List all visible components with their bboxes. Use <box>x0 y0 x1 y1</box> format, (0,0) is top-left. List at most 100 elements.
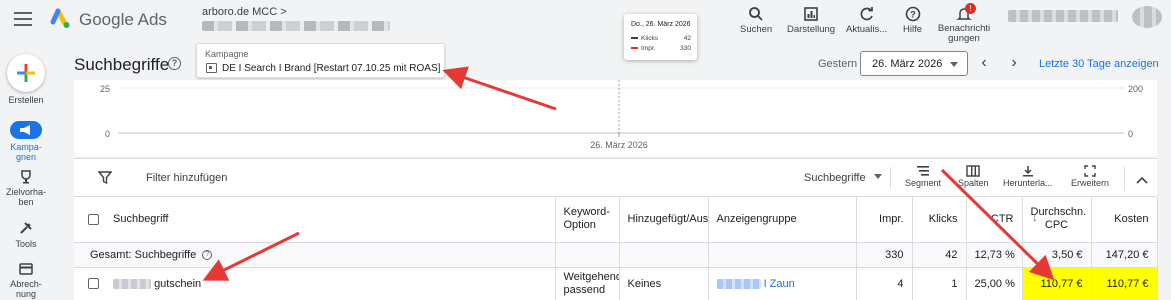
table-row[interactable]: gutschein Weitgehend passend Keines I Za… <box>74 267 1158 300</box>
notification-badge: ! <box>965 3 976 14</box>
impressions-cell: 4 <box>856 267 913 300</box>
collapse-button[interactable] <box>1124 167 1154 191</box>
credit-card-icon[interactable] <box>19 263 33 275</box>
search-term-cell: gutschein <box>74 267 556 300</box>
tools-icon[interactable] <box>19 221 33 235</box>
header-match-type[interactable]: Keyword-Option <box>555 197 620 243</box>
total-row: Gesamt: Suchbegriffe? 330 42 12,73 % 3,5… <box>74 242 1158 268</box>
top-bar: Google Ads arboro.de MCC > Suchen Darste… <box>0 0 1171 46</box>
tools-label: Tools <box>15 239 37 249</box>
chevron-up-icon <box>1136 176 1148 184</box>
search-terms-card: Filter hinzufügen Suchbegriffe Segment S… <box>74 158 1158 300</box>
chevron-left-icon[interactable]: ‹ <box>978 55 990 71</box>
brand-name: Google Ads <box>79 10 167 29</box>
notifications-button[interactable]: ! Benachrichti gungen <box>936 2 992 44</box>
campaign-icon <box>206 63 217 73</box>
refresh-icon <box>860 7 873 21</box>
date-range-selector[interactable]: 26. März 2026 <box>860 51 968 76</box>
chart-y-right-tick: 0 <box>1128 129 1133 139</box>
match-type-cell: Weitgehend passend <box>555 267 620 300</box>
avatar[interactable] <box>1132 6 1162 28</box>
campaign-name: DE I Search I Brand [Restart 07.10.25 mi… <box>222 63 441 74</box>
billing-label: Abrech- nung <box>10 279 42 299</box>
tooltip-row-clicks: Klicks 42 <box>631 35 691 42</box>
header-ad-group[interactable]: Anzeigengruppe <box>708 197 857 243</box>
trophy-icon[interactable] <box>19 170 33 184</box>
expand-button[interactable]: Erweitern <box>1071 165 1109 188</box>
segment-button[interactable]: Segment <box>905 165 941 188</box>
refresh-button[interactable]: Aktualis... <box>846 2 887 35</box>
row-checkbox[interactable] <box>88 278 99 290</box>
last-30-days-link[interactable]: Letzte 30 Tage anzeigen <box>1039 58 1159 70</box>
download-button[interactable]: Herunterla... <box>1003 165 1053 188</box>
help-icon: ? <box>905 6 920 22</box>
svg-text:?: ? <box>910 10 916 20</box>
left-navigation-rail: Erstellen Kampa- gnen Zielvorha- ben Too… <box>0 46 64 300</box>
google-ads-logo[interactable] <box>50 8 72 30</box>
create-button[interactable] <box>7 54 45 92</box>
total-ctr: 12,73 % <box>966 242 1023 268</box>
help-icon[interactable]: ? <box>202 249 213 260</box>
ad-group-cell[interactable]: I Zaun <box>708 267 857 300</box>
header-impressions[interactable]: Impr. <box>856 197 913 243</box>
redacted-text <box>716 278 761 289</box>
chart-icon <box>804 7 818 21</box>
tooltip-date: Do., 26. März 2026 <box>631 21 691 28</box>
expand-icon <box>1084 165 1096 177</box>
table-toolbar: Filter hinzufügen Suchbegriffe Segment S… <box>74 159 1157 197</box>
account-id-redacted <box>202 21 390 31</box>
header-clicks[interactable]: Klicks <box>912 197 967 243</box>
added-cell: Keines <box>619 267 709 300</box>
chart-x-tick-label: 26. März 2026 <box>590 140 648 150</box>
create-label: Erstellen <box>8 95 44 105</box>
header-cost[interactable]: Kosten <box>1091 197 1158 243</box>
performance-chart: 25 0 200 0 26. März 2026 <box>74 80 1157 156</box>
chevron-right-icon[interactable]: › <box>1008 55 1020 71</box>
redacted-text <box>113 278 151 289</box>
chart-y-right-tick: 200 <box>1128 84 1143 94</box>
page-title: Suchbegriffe <box>74 55 170 74</box>
appearance-button[interactable]: Darstellung <box>787 2 835 35</box>
chevron-down-icon <box>873 174 882 179</box>
campaign-label: Kampagne <box>205 49 249 59</box>
search-button[interactable]: Suchen <box>740 2 772 35</box>
help-icon[interactable]: ? <box>168 57 181 70</box>
campaigns-nav[interactable] <box>10 121 42 139</box>
search-icon <box>749 7 763 21</box>
chart-y-left-tick: 25 <box>100 84 110 94</box>
total-impressions: 330 <box>856 242 913 268</box>
megaphone-icon <box>20 125 30 135</box>
select-all-checkbox[interactable] <box>88 213 99 225</box>
campaigns-label: Kampa- gnen <box>10 142 42 162</box>
sort-down-icon[interactable]: ↓ <box>1032 212 1038 224</box>
total-clicks: 42 <box>912 242 967 268</box>
menu-icon[interactable] <box>14 12 32 26</box>
chevron-down-icon <box>950 62 958 67</box>
header-term[interactable]: Suchbegriff <box>74 197 556 243</box>
user-email-redacted <box>1008 10 1118 22</box>
cost-cell: 110,77 € <box>1091 267 1158 300</box>
goals-label: Zielvorha- ben <box>5 187 46 207</box>
table-header-row: Suchbegriff Keyword-Option Hinzugefügt/A… <box>74 197 1158 243</box>
date-prefix: Gestern <box>818 58 858 70</box>
header-added[interactable]: Hinzugefügt/Ausg <box>619 197 709 243</box>
clicks-cell: 1 <box>912 267 967 300</box>
help-button[interactable]: ? Hilfe <box>903 2 922 35</box>
tooltip-row-impr: Impr. 330 <box>631 45 691 52</box>
add-filter[interactable]: Filter hinzufügen <box>146 172 227 184</box>
total-label: Gesamt: Suchbegriffe? <box>74 242 556 268</box>
columns-button[interactable]: Spalten <box>958 165 989 188</box>
account-name[interactable]: arboro.de MCC > <box>202 6 287 18</box>
filter-icon[interactable] <box>98 171 112 184</box>
chart-tooltip: Do., 26. März 2026 Klicks 42 Impr. 330 <box>624 14 697 60</box>
chart-y-left-tick: 0 <box>105 129 110 139</box>
segment-icon <box>917 166 930 176</box>
columns-icon <box>966 165 980 177</box>
campaign-selector[interactable]: Kampagne DE I Search I Brand [Restart 07… <box>196 43 445 78</box>
header-ctr[interactable]: CTR <box>966 197 1023 243</box>
view-selector[interactable]: Suchbegriffe <box>804 172 882 184</box>
date-value: 26. März 2026 <box>872 58 943 70</box>
search-terms-table: Suchbegriff Keyword-Option Hinzugefügt/A… <box>74 197 1158 300</box>
plus-icon <box>17 64 35 82</box>
total-avg-cpc: 3,50 € <box>1022 242 1092 268</box>
